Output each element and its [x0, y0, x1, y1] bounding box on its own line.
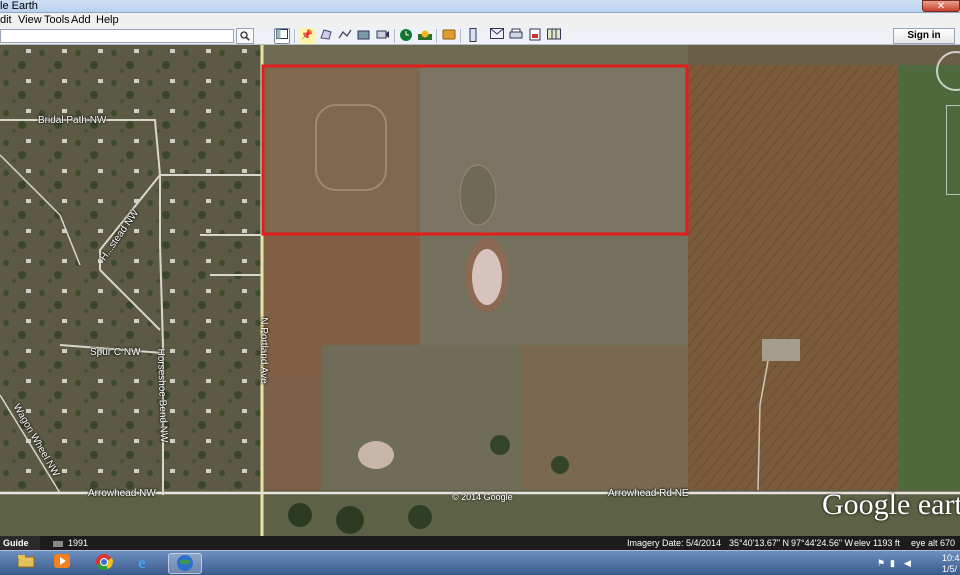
polygon-icon[interactable]: [318, 28, 334, 44]
map-copyright: © 2014 Google: [452, 492, 513, 502]
satellite-imagery: [0, 45, 960, 536]
search-input[interactable]: [0, 29, 234, 43]
status-bar: Guide 1991 Imagery Date: 5/4/2014 35°40'…: [0, 536, 960, 550]
taskbar: e ⚑ ▮ ◀ 10:43 1/5/: [0, 550, 960, 575]
toolbar: 📌 Sign in: [0, 27, 960, 45]
toolbar-separator: [460, 29, 461, 43]
ruler-icon[interactable]: [465, 28, 481, 44]
save-image-icon[interactable]: [527, 28, 543, 44]
title-bar: le Earth ✕: [0, 0, 960, 13]
email-icon[interactable]: [489, 28, 505, 44]
timeline-icon[interactable]: [52, 536, 64, 550]
view-in-maps-icon[interactable]: [546, 28, 562, 44]
menu-tools[interactable]: Tools: [44, 13, 70, 27]
image-overlay-icon[interactable]: [356, 28, 372, 44]
imagery-date: Imagery Date: 5/4/2014: [627, 538, 722, 548]
sign-in-button[interactable]: Sign in: [893, 28, 955, 44]
road-label-arrowhead-rd-ne: Arrowhead Rd NE: [608, 488, 689, 499]
latitude: 35°40'13.67" N: [729, 538, 790, 548]
internet-explorer-icon[interactable]: e: [132, 553, 156, 574]
google-earth-icon[interactable]: [168, 553, 202, 574]
toolbar-separator: [294, 29, 295, 43]
media-player-icon[interactable]: [50, 553, 74, 574]
road-label-arrowhead-nw: Arrowhead NW: [88, 488, 156, 499]
elevation: elev 1193 ft: [854, 538, 900, 548]
toolbar-separator: [394, 29, 395, 43]
tray-flag-icon[interactable]: ⚑: [877, 557, 885, 569]
tray-network-icon[interactable]: ▮: [890, 557, 895, 569]
menu-add[interactable]: Add: [71, 13, 91, 27]
window-title: le Earth: [0, 0, 38, 12]
map-view[interactable]: Bridal Path NW H...stead NW Spur C NW Ho…: [0, 45, 960, 536]
record-tour-icon[interactable]: [375, 28, 391, 44]
road-label-n-portland: N Portland Ave: [257, 317, 269, 384]
zoom-slider[interactable]: [946, 105, 960, 195]
placemark-icon[interactable]: 📌: [299, 28, 315, 44]
chrome-icon[interactable]: [92, 553, 116, 574]
road-label-bridal-path: Bridal Path NW: [38, 115, 107, 126]
eye-altitude: eye alt 670: [911, 538, 956, 548]
menu-view[interactable]: View: [18, 13, 42, 27]
menu-bar: dit View Tools Add Help: [0, 13, 960, 27]
clock-date[interactable]: 1/5/: [942, 563, 957, 575]
toolbar-separator: [436, 29, 437, 43]
sidebar-toggle-icon[interactable]: [274, 28, 290, 44]
road-label-spur-c: Spur C NW: [90, 347, 141, 358]
svg-text:e: e: [138, 553, 146, 571]
menu-help[interactable]: Help: [96, 13, 119, 27]
sunlight-icon[interactable]: [417, 28, 433, 44]
path-icon[interactable]: [337, 28, 353, 44]
window-close-button[interactable]: ✕: [922, 0, 960, 12]
print-icon[interactable]: [508, 28, 524, 44]
menu-edit[interactable]: dit: [0, 13, 12, 27]
timeline-year: 1991: [68, 538, 89, 548]
google-earth-logo: Google earth: [822, 488, 960, 521]
search-button[interactable]: [236, 28, 254, 44]
historical-imagery-icon[interactable]: [398, 28, 414, 44]
tray-volume-icon[interactable]: ◀: [904, 557, 911, 569]
planets-icon[interactable]: [441, 28, 457, 44]
guide-button[interactable]: Guide: [0, 536, 40, 550]
longitude: 97°44'24.56" W: [791, 538, 854, 548]
magnifier-icon: [240, 31, 250, 41]
folder-icon[interactable]: [14, 553, 38, 574]
